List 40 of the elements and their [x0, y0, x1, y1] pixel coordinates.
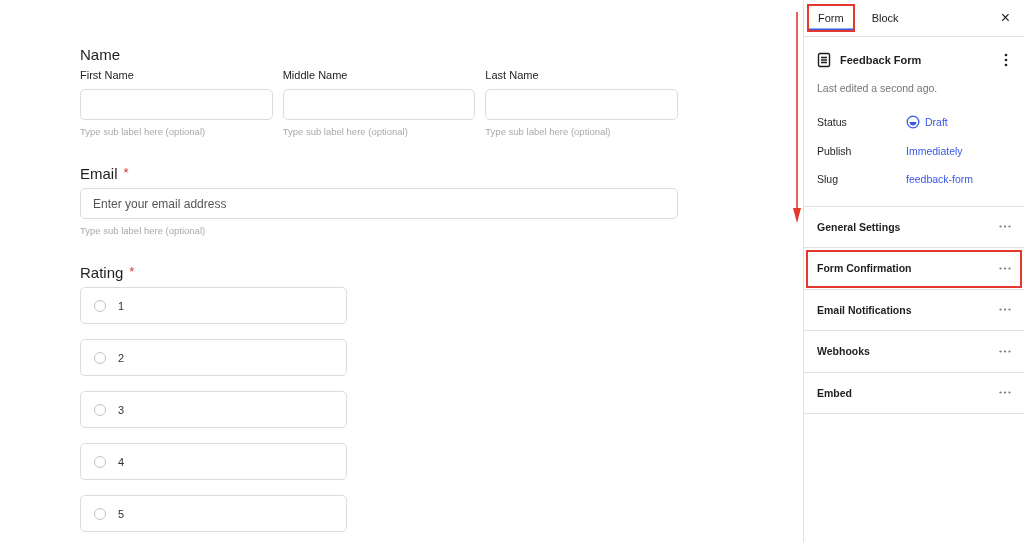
- field-label: Last Name: [485, 69, 540, 81]
- meta-link[interactable]: Immediately: [906, 144, 963, 157]
- settings-section[interactable]: Embed: [804, 372, 1024, 414]
- meta-link[interactable]: feedback-form: [906, 173, 974, 186]
- field-label: Name: [80, 46, 120, 63]
- field-label: Rating: [80, 264, 124, 281]
- meta-link[interactable]: Draft: [925, 116, 948, 129]
- close-button[interactable]: ×: [996, 9, 1014, 27]
- document-icon: [817, 52, 831, 68]
- meta-label: Status: [817, 116, 848, 129]
- more-icon[interactable]: [1004, 53, 1008, 67]
- radio-option[interactable]: 2: [80, 339, 347, 376]
- tab[interactable]: Block: [860, 4, 910, 32]
- meta-label: Slug: [817, 173, 839, 186]
- field-label: Email: [80, 165, 118, 182]
- hint-text: Type sub label here (optional): [485, 126, 612, 137]
- radio-option[interactable]: 4: [80, 443, 347, 480]
- tab[interactable]: Form: [807, 4, 855, 32]
- hint-text: Type sub label here (optional): [80, 225, 207, 236]
- hint-text: Type sub label here (optional): [80, 126, 207, 137]
- field-label: First Name: [80, 69, 135, 81]
- settings-section[interactable]: Webhooks: [804, 331, 1024, 373]
- document-title: Feedback Form: [840, 54, 922, 66]
- radio-option[interactable]: 1: [80, 287, 347, 324]
- radio-option[interactable]: 5: [80, 495, 347, 532]
- settings-section[interactable]: General Settings: [804, 206, 1024, 248]
- settings-section[interactable]: Form Confirmation: [804, 248, 1024, 290]
- status-icon: [906, 115, 920, 130]
- required-mark: *: [129, 264, 135, 281]
- input-field[interactable]: [80, 89, 273, 120]
- meta-label: Publish: [817, 144, 853, 157]
- email-field[interactable]: Enter your email address: [80, 188, 678, 219]
- hint-text: Type sub label here (optional): [282, 126, 409, 137]
- input-field[interactable]: [485, 89, 678, 120]
- input-field[interactable]: [282, 89, 476, 120]
- required-mark: *: [123, 165, 129, 182]
- last-edited-text: Last edited a second ago.: [817, 82, 939, 94]
- settings-section[interactable]: Email Notifications: [804, 289, 1024, 331]
- field-label: Middle Name: [282, 69, 349, 81]
- radio-option[interactable]: 3: [80, 391, 347, 428]
